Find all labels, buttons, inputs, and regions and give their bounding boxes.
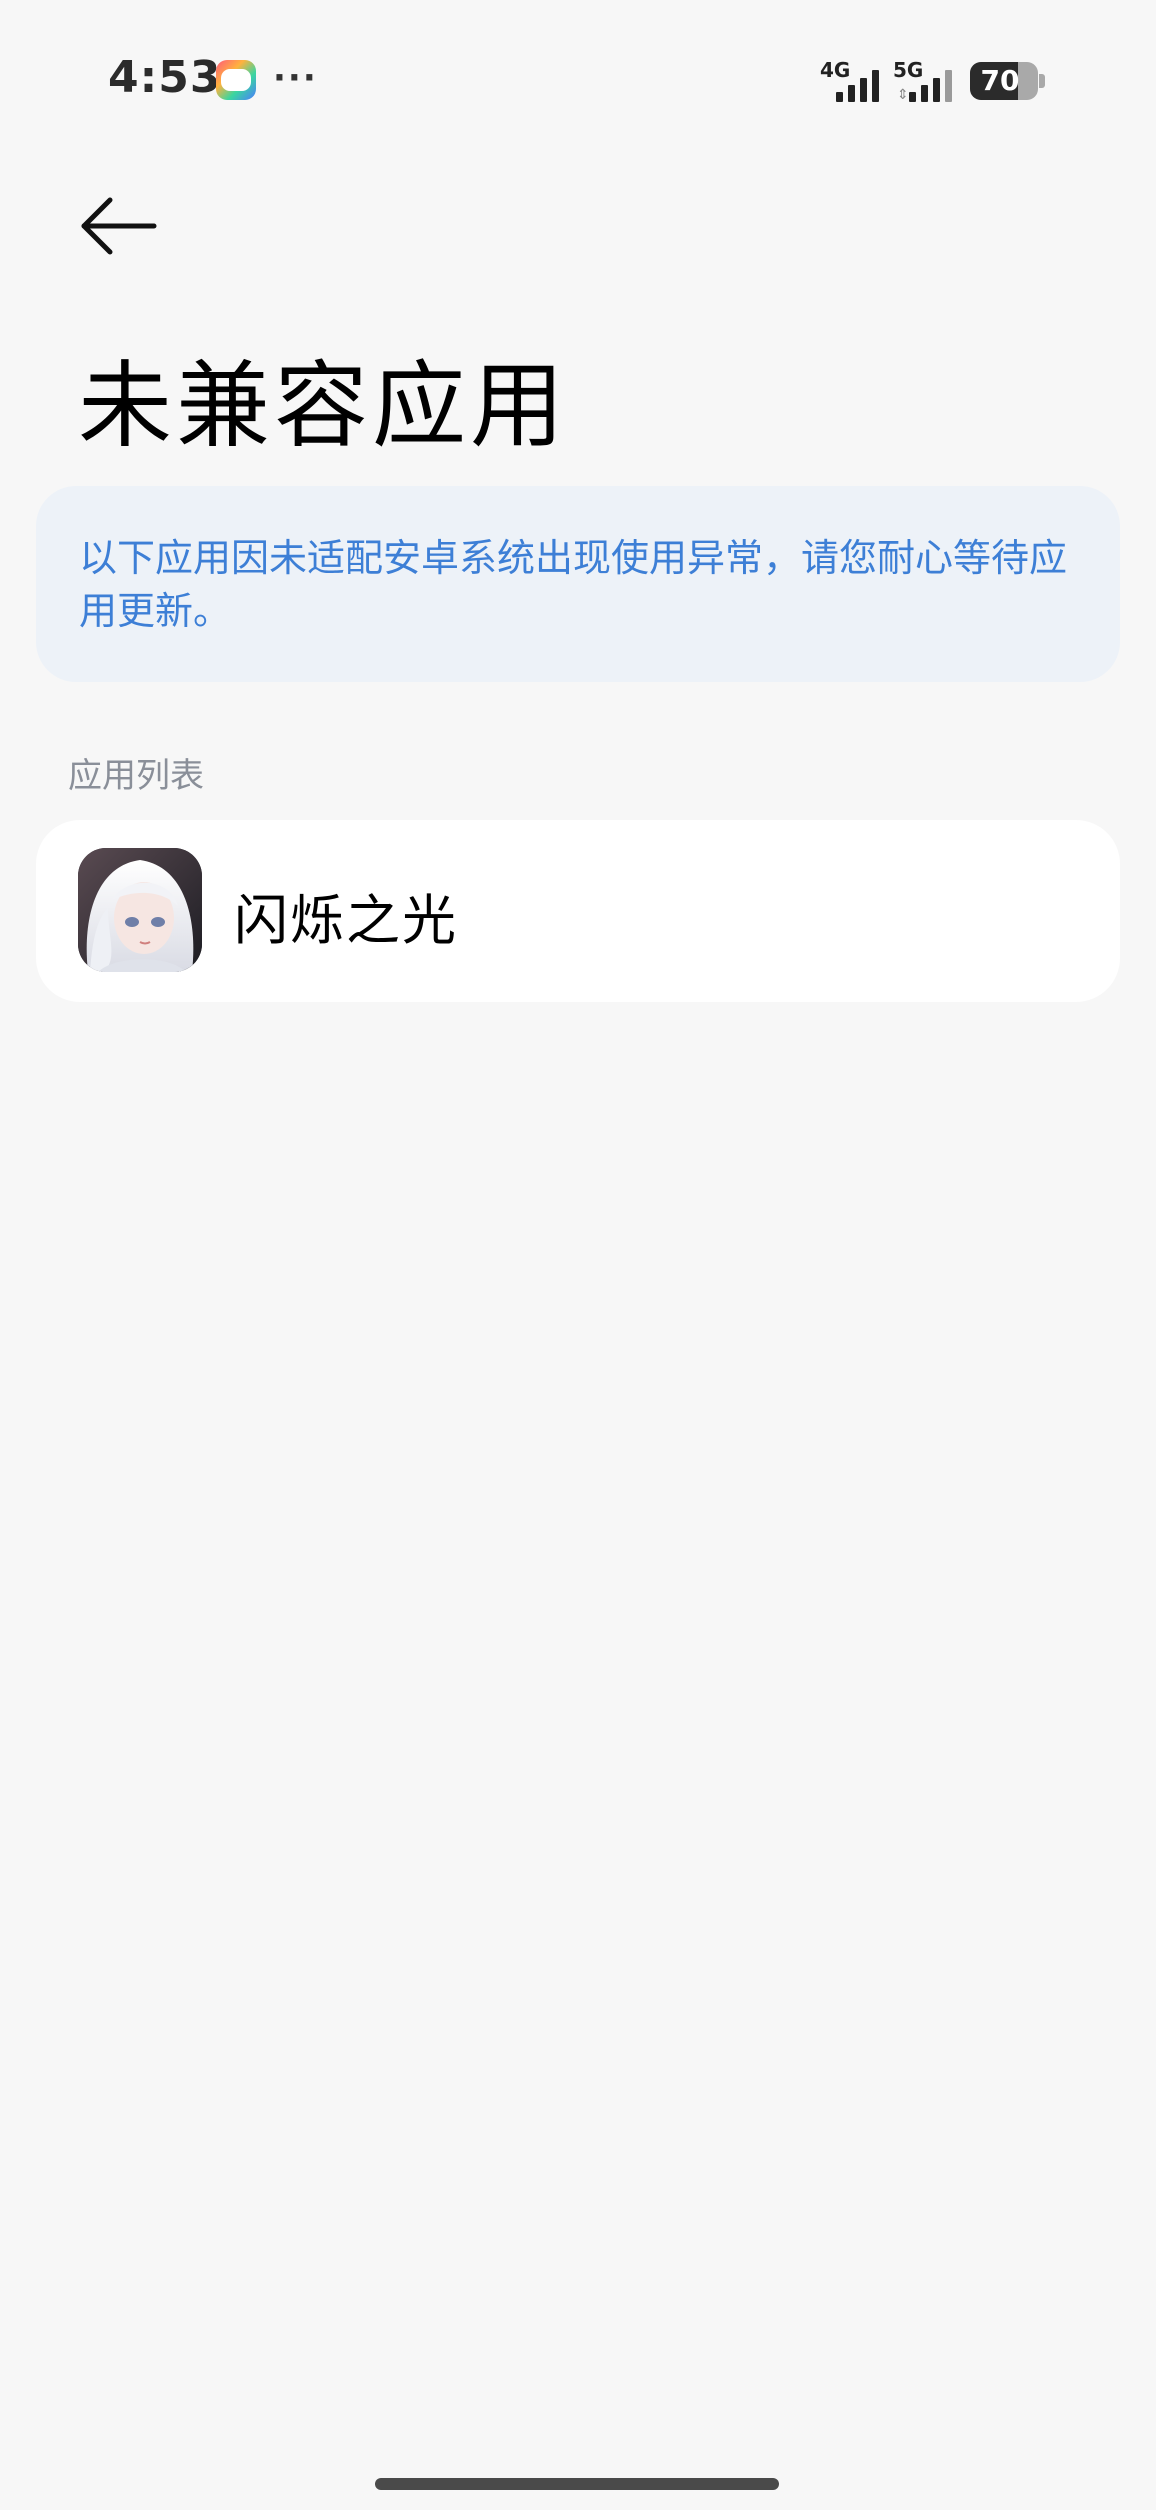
- signal-4g-icon: 4G: [820, 58, 884, 102]
- more-notifications-icon: ···: [273, 58, 318, 98]
- app-list-item[interactable]: 闪烁之光: [36, 820, 1120, 1002]
- home-indicator[interactable]: [375, 2478, 779, 2490]
- notice-card: 以下应用因未适配安卓系统出现使用异常，请您耐心等待应用更新。: [36, 486, 1120, 682]
- game-assistant-icon: [216, 60, 256, 100]
- battery-level: 70: [980, 64, 1020, 97]
- notice-text: 以下应用因未适配安卓系统出现使用异常，请您耐心等待应用更新。: [79, 536, 1068, 633]
- page-title: 未兼容应用: [78, 352, 569, 461]
- section-label: 应用列表: [68, 756, 204, 796]
- anime-character-app-icon: [78, 848, 202, 972]
- status-time: 4:53: [108, 52, 222, 103]
- back-button[interactable]: [74, 188, 174, 268]
- signal-5g-icon: 5G ⇕: [893, 58, 957, 102]
- app-name: 闪烁之光: [234, 889, 458, 952]
- arrow-left-icon: [81, 197, 157, 255]
- battery-icon: 70: [970, 62, 1045, 100]
- status-bar: 4:53 ··· 4G 5G ⇕ 70: [0, 0, 1156, 160]
